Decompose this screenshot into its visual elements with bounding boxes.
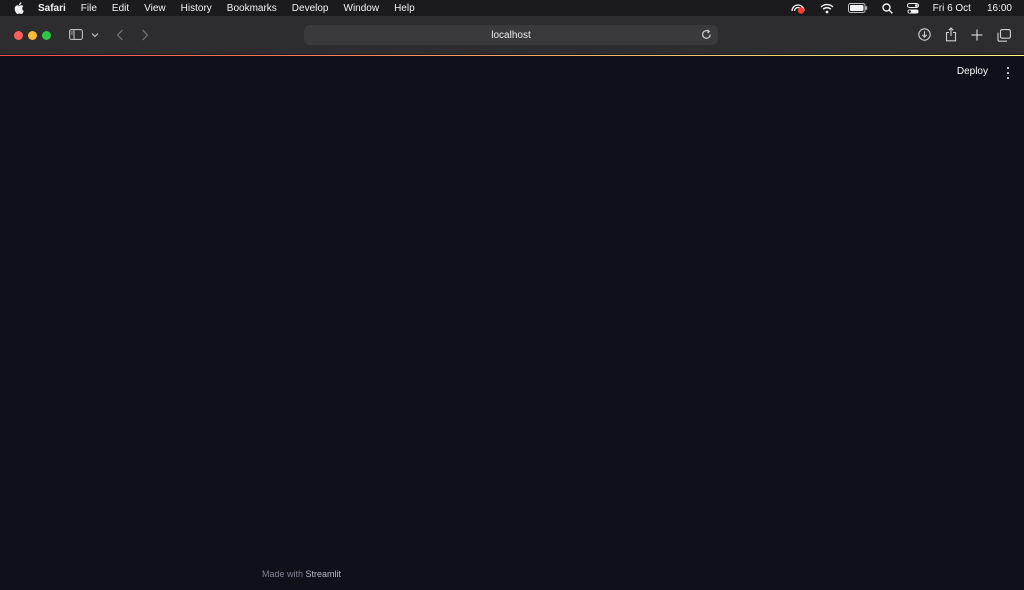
menu-help[interactable]: Help — [394, 3, 415, 14]
wifi-icon[interactable] — [820, 3, 834, 14]
page-footer: Made with Streamlit — [262, 569, 341, 579]
menu-file[interactable]: File — [81, 3, 97, 14]
deploy-button[interactable]: Deploy — [957, 66, 988, 77]
menu-bar-left: Safari File Edit View History Bookmarks … — [0, 2, 430, 14]
browser-toolbar: localhost — [0, 16, 1024, 55]
window-zoom-button[interactable] — [42, 31, 51, 40]
back-chevron-icon[interactable] — [116, 29, 124, 41]
downloads-icon[interactable] — [918, 28, 931, 41]
tab-group-chevron-down-icon[interactable] — [91, 32, 99, 38]
menu-window[interactable]: Window — [344, 3, 380, 14]
menu-bar-time[interactable]: 16:00 — [987, 3, 1012, 14]
menu-app-safari[interactable]: Safari — [38, 3, 66, 14]
sidebar-toggle-icon[interactable] — [69, 29, 83, 40]
control-center-icon[interactable] — [906, 2, 919, 14]
main-menu-kebab-icon[interactable] — [1005, 67, 1011, 79]
apple-menu-icon[interactable] — [14, 2, 24, 14]
share-icon[interactable] — [945, 27, 957, 42]
macos-menu-bar: Safari File Edit View History Bookmarks … — [0, 0, 1024, 16]
kebab-dot — [1006, 71, 1010, 75]
reload-icon[interactable] — [701, 29, 712, 43]
address-url: localhost — [491, 29, 531, 41]
streamlit-app-view: Deploy Made with Streamlit — [0, 56, 1024, 590]
menu-edit[interactable]: Edit — [112, 3, 129, 14]
menu-bar-date[interactable]: Fri 6 Oct — [933, 3, 971, 14]
forward-chevron-icon[interactable] — [141, 29, 149, 41]
menu-view[interactable]: View — [144, 3, 166, 14]
address-bar[interactable]: localhost — [304, 25, 718, 45]
menu-bar-right: Fri 6 Oct 16:00 — [776, 2, 1024, 14]
footer-streamlit-link[interactable]: Streamlit — [306, 569, 342, 579]
footer-prefix: Made with — [262, 569, 304, 579]
tab-overview-icon[interactable] — [997, 29, 1011, 42]
window-minimize-button[interactable] — [28, 31, 37, 40]
menu-develop[interactable]: Develop — [292, 3, 329, 14]
screen-recording-icon[interactable] — [790, 2, 806, 14]
menu-history[interactable]: History — [181, 3, 212, 14]
kebab-dot — [1006, 76, 1010, 79]
window-close-button[interactable] — [14, 31, 23, 40]
menu-bookmarks[interactable]: Bookmarks — [227, 3, 277, 14]
new-tab-plus-icon[interactable] — [971, 29, 983, 41]
battery-icon[interactable] — [847, 3, 868, 13]
kebab-dot — [1006, 67, 1010, 70]
spotlight-search-icon[interactable] — [881, 2, 893, 14]
